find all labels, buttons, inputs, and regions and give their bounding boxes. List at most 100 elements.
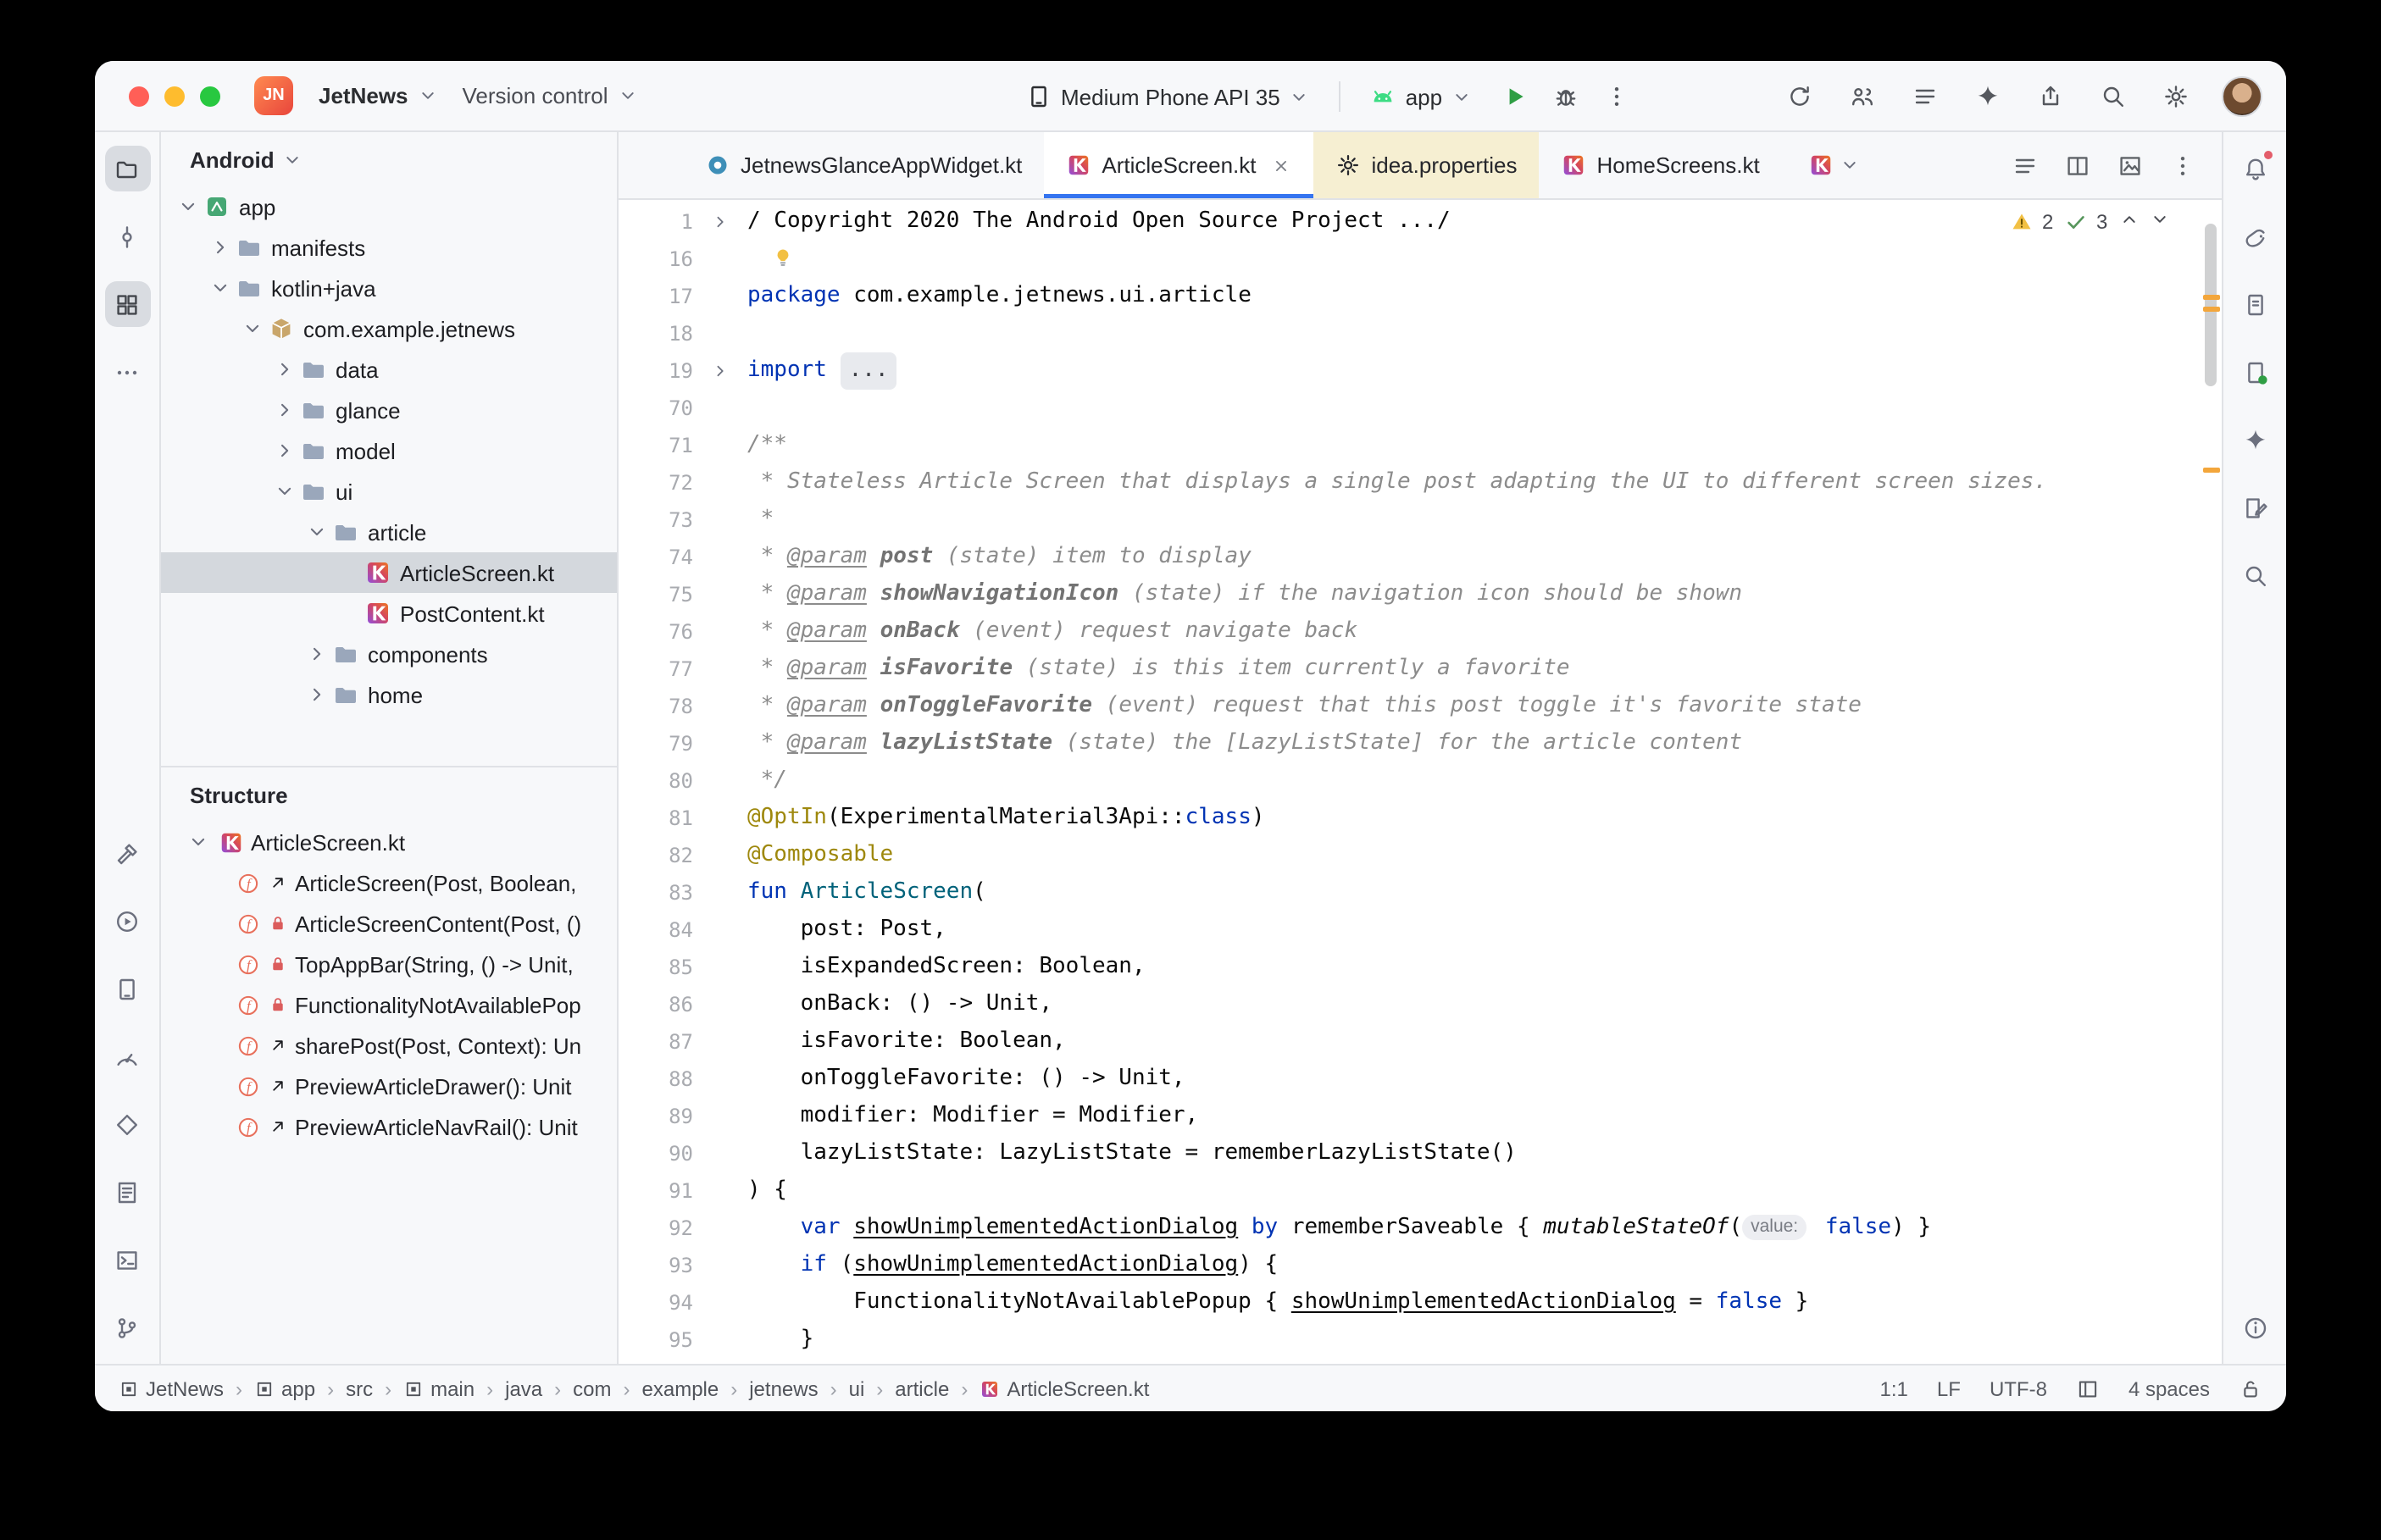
editor-tab-ArticleScreen.kt[interactable]: ArticleScreen.kt bbox=[1044, 132, 1313, 198]
file-encoding[interactable]: UTF-8 bbox=[1990, 1377, 2047, 1400]
debug-button[interactable] bbox=[1542, 75, 1590, 119]
tool-window-button-problems[interactable] bbox=[2232, 1305, 2278, 1350]
fold-marker-icon[interactable] bbox=[693, 203, 747, 241]
chevron-right-icon[interactable] bbox=[303, 681, 330, 708]
tool-window-button-profiler[interactable] bbox=[104, 1033, 150, 1079]
tree-item-ui[interactable]: ui bbox=[161, 471, 617, 512]
tree-item-data[interactable]: data bbox=[161, 349, 617, 390]
minimize-window-button[interactable] bbox=[164, 86, 185, 106]
file-writable[interactable] bbox=[2239, 1377, 2262, 1400]
chevron-right-icon[interactable] bbox=[271, 356, 298, 383]
structure-item[interactable]: fPreviewArticleDrawer(): Unit bbox=[161, 1066, 617, 1106]
breadcrumb-item-ArticleScreen.kt[interactable]: ArticleScreen.kt bbox=[980, 1377, 1149, 1400]
line-separator[interactable]: LF bbox=[1937, 1377, 1961, 1400]
chevron-down-icon[interactable] bbox=[185, 828, 212, 856]
project-view-selector[interactable]: Android bbox=[161, 132, 617, 186]
breadcrumb-item-com[interactable]: com bbox=[573, 1377, 611, 1400]
tool-window-button-version-control[interactable] bbox=[104, 1305, 150, 1350]
breadcrumb-item-ui[interactable]: ui bbox=[849, 1377, 865, 1400]
structure-item[interactable]: fFunctionalityNotAvailablePop bbox=[161, 984, 617, 1025]
editor-tab-HomeScreens.kt[interactable]: HomeScreens.kt bbox=[1540, 132, 1782, 198]
tool-window-button-find[interactable] bbox=[2232, 552, 2278, 598]
vcs-widget[interactable]: Version control bbox=[451, 76, 651, 115]
breadcrumb-item-main[interactable]: main bbox=[403, 1377, 475, 1400]
search-everywhere-button[interactable] bbox=[2090, 74, 2137, 118]
structure-item[interactable]: fPreviewArticleNavRail(): Unit bbox=[161, 1106, 617, 1147]
task-list-button[interactable] bbox=[1901, 74, 1949, 118]
structure-item[interactable]: fArticleScreen(Post, Boolean, bbox=[161, 862, 617, 903]
editor-tab-idea.properties[interactable]: idea.properties bbox=[1314, 132, 1540, 198]
project-widget[interactable]: JetNews bbox=[307, 76, 451, 115]
user-avatar[interactable] bbox=[2222, 75, 2262, 116]
tool-window-button-structure[interactable] bbox=[104, 281, 150, 327]
close-tab-button[interactable] bbox=[1272, 155, 1292, 175]
breadcrumb-item-java[interactable]: java bbox=[505, 1377, 542, 1400]
tree-item-com.example.jetnews[interactable]: com.example.jetnews bbox=[161, 308, 617, 349]
tool-window-button-build[interactable] bbox=[104, 830, 150, 876]
structure-root-ArticleScreen.kt[interactable]: ArticleScreen.kt bbox=[161, 822, 617, 862]
tool-window-button-running-devices[interactable] bbox=[2232, 349, 2278, 395]
tool-window-button-app-quality-insights[interactable] bbox=[104, 1101, 150, 1147]
chevron-right-icon[interactable] bbox=[303, 640, 330, 668]
breadcrumb-item-JetNews[interactable]: JetNews bbox=[119, 1377, 224, 1400]
breadcrumb-item-article[interactable]: article bbox=[895, 1377, 949, 1400]
tool-window-button-device-manager[interactable] bbox=[104, 966, 150, 1011]
tool-window-button-more-tool-windows[interactable] bbox=[104, 349, 150, 395]
chevron-right-icon[interactable] bbox=[271, 437, 298, 464]
tree-item-PostContent.kt[interactable]: PostContent.kt bbox=[161, 593, 617, 634]
chevron-down-icon[interactable] bbox=[303, 518, 330, 546]
tree-item-article[interactable]: article bbox=[161, 512, 617, 552]
recent-files-button[interactable] bbox=[2003, 143, 2047, 187]
editor-layout[interactable] bbox=[2076, 1377, 2100, 1400]
tool-window-button-run-tool[interactable] bbox=[104, 898, 150, 944]
tool-window-button-commit[interactable] bbox=[104, 213, 150, 259]
tree-item-manifests[interactable]: manifests bbox=[161, 227, 617, 268]
more-run-options-button[interactable] bbox=[1593, 75, 1640, 119]
tree-item-app[interactable]: app bbox=[161, 186, 617, 227]
caret-position[interactable]: 1:1 bbox=[1880, 1377, 1908, 1400]
code-with-me-button[interactable] bbox=[1839, 74, 1886, 118]
zoom-window-button[interactable] bbox=[200, 86, 220, 106]
share-button[interactable] bbox=[2027, 74, 2074, 118]
close-window-button[interactable] bbox=[129, 86, 149, 106]
tool-window-button-layout-inspector[interactable] bbox=[2232, 485, 2278, 530]
run-button[interactable] bbox=[1491, 75, 1539, 119]
chevron-down-icon[interactable] bbox=[239, 315, 266, 342]
structure-item[interactable]: fsharePost(Post, Context): Un bbox=[161, 1025, 617, 1066]
next-problem-button[interactable] bbox=[2149, 208, 2171, 235]
editor-scrollbar[interactable] bbox=[2205, 224, 2217, 386]
indentation[interactable]: 4 spaces bbox=[2128, 1377, 2210, 1400]
chevron-down-icon[interactable] bbox=[207, 274, 234, 302]
device-selector[interactable]: Medium Phone API 35 bbox=[1013, 76, 1323, 117]
tool-window-button-project[interactable] bbox=[104, 146, 150, 191]
tool-window-button-device-explorer[interactable] bbox=[2232, 281, 2278, 327]
run-configuration-selector[interactable]: app bbox=[1358, 76, 1485, 117]
tree-item-glance[interactable]: glance bbox=[161, 390, 617, 430]
inspections-widget[interactable]: 2 3 bbox=[2010, 208, 2171, 235]
breadcrumb-item-jetnews[interactable]: jetnews bbox=[749, 1377, 818, 1400]
editor-options-button[interactable] bbox=[2161, 143, 2205, 187]
chevron-right-icon[interactable] bbox=[271, 396, 298, 424]
hidden-tabs-dropdown[interactable] bbox=[1809, 132, 1862, 198]
tool-window-button-gemini[interactable] bbox=[2232, 417, 2278, 463]
tool-window-button-logcat[interactable] bbox=[104, 1169, 150, 1215]
tool-window-button-terminal[interactable] bbox=[104, 1237, 150, 1282]
tree-item-model[interactable]: model bbox=[161, 430, 617, 471]
previous-problem-button[interactable] bbox=[2118, 208, 2140, 235]
chevron-down-icon[interactable] bbox=[271, 478, 298, 505]
tree-item-home[interactable]: home bbox=[161, 674, 617, 715]
ai-assistant-button[interactable] bbox=[1964, 74, 2012, 118]
preview-button[interactable] bbox=[2108, 143, 2152, 187]
tool-window-button-notifications[interactable] bbox=[2232, 146, 2278, 191]
split-editor-button[interactable] bbox=[2056, 143, 2100, 187]
settings-button[interactable] bbox=[2152, 74, 2200, 118]
editor-tab-JetnewsGlanceAppWidget.kt[interactable]: JetnewsGlanceAppWidget.kt bbox=[683, 132, 1044, 198]
breadcrumb-item-app[interactable]: app bbox=[254, 1377, 315, 1400]
sync-project-button[interactable] bbox=[1776, 74, 1823, 118]
fold-marker-icon[interactable] bbox=[693, 352, 747, 390]
structure-item[interactable]: fTopAppBar(String, () -> Unit, bbox=[161, 944, 617, 984]
breadcrumb-item-src[interactable]: src bbox=[346, 1377, 373, 1400]
tree-item-kotlin+java[interactable]: kotlin+java bbox=[161, 268, 617, 308]
editor-code-area[interactable]: 1/ Copyright 2020 The Android Open Sourc… bbox=[619, 200, 2222, 1364]
structure-item[interactable]: fArticleScreenContent(Post, () bbox=[161, 903, 617, 944]
